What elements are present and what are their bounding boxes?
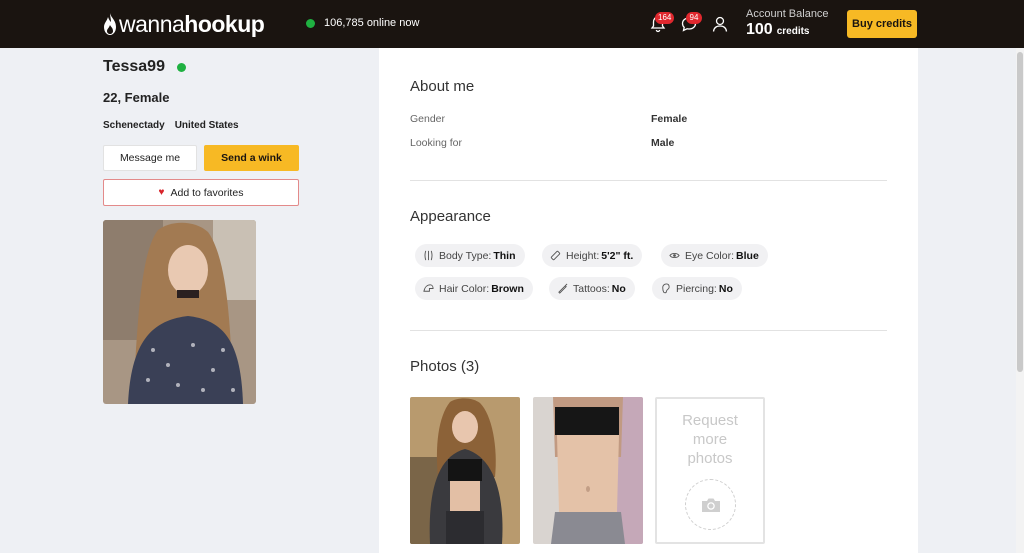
chip-hair-color: Hair Color: Brown — [415, 277, 533, 300]
body-type-value: Thin — [493, 249, 516, 262]
hair-color-label: Hair Color: — [439, 282, 490, 295]
photo-image — [533, 397, 643, 544]
balance-amount: 100 credits — [746, 21, 829, 39]
chip-height: Height: 5'2" ft. — [542, 244, 643, 267]
send-wink-button[interactable]: Send a wink — [204, 145, 299, 171]
about-me-title: About me — [410, 78, 475, 95]
heart-icon: ♥ — [158, 187, 165, 198]
tattoos-label: Tattoos: — [573, 282, 610, 295]
messages-badge: 94 — [686, 12, 702, 24]
request-text-line: photos — [687, 450, 733, 467]
online-count: 106,785 online now — [324, 17, 420, 29]
photos-title: Photos (3) — [410, 358, 480, 375]
username-text: Tessa99 — [103, 58, 165, 75]
eye-icon — [669, 252, 680, 259]
add-to-favorites-button[interactable]: ♥ Add to favorites — [103, 179, 299, 206]
body-type-label: Body Type: — [439, 249, 492, 262]
main-photo-image — [103, 220, 256, 404]
hair-icon — [423, 284, 434, 292]
logo-text-light: wanna — [119, 10, 185, 37]
balance-label: Account Balance — [746, 8, 829, 20]
online-indicator: 106,785 online now — [306, 17, 419, 29]
section-divider — [410, 330, 887, 331]
body-icon — [424, 250, 433, 261]
favorites-label: Add to favorites — [170, 186, 244, 199]
messages-button[interactable]: 94 — [680, 12, 702, 33]
balance-value: 100 — [746, 21, 773, 38]
page-scrollbar[interactable] — [1016, 48, 1024, 553]
tattoo-icon — [558, 283, 568, 294]
notifications-button[interactable]: 164 — [649, 12, 675, 33]
profile-username: Tessa99 — [103, 58, 186, 76]
photo-thumbnail[interactable] — [533, 397, 643, 544]
request-more-photos-text: Request more photos — [657, 411, 763, 468]
profile-button[interactable] — [711, 15, 729, 33]
section-divider — [410, 180, 887, 181]
ruler-icon — [550, 250, 561, 261]
photo-image — [410, 397, 520, 544]
gender-label: Gender — [410, 113, 446, 125]
request-text-line: more — [692, 431, 728, 448]
camera-icon — [685, 479, 736, 530]
looking-for-label: Looking for — [410, 137, 462, 149]
gender-value: Female — [651, 113, 688, 125]
eye-color-value: Blue — [736, 249, 759, 262]
piercing-value: No — [718, 282, 733, 295]
buy-credits-button[interactable]: Buy credits — [847, 10, 917, 38]
chip-piercing: Piercing: No — [652, 277, 742, 300]
tattoos-value: No — [611, 282, 626, 295]
appearance-title: Appearance — [410, 208, 491, 225]
message-me-button[interactable]: Message me — [103, 145, 197, 171]
request-more-photos-button[interactable]: Request more photos — [655, 397, 765, 544]
profile-main-photo[interactable] — [103, 220, 256, 404]
flame-icon — [104, 13, 116, 35]
online-dot-icon — [306, 18, 315, 28]
photo-thumbnail[interactable] — [410, 397, 520, 544]
location-country: United States — [174, 120, 239, 131]
profile-location: Schenectady United States — [103, 120, 239, 131]
ear-icon — [662, 283, 670, 294]
balance-unit: credits — [776, 26, 810, 37]
chip-eye-color: Eye Color: Blue — [661, 244, 768, 267]
user-icon — [712, 16, 728, 32]
profile-age-gender: 22, Female — [103, 90, 170, 105]
notifications-badge: 164 — [655, 12, 675, 24]
location-city: Schenectady — [103, 120, 165, 131]
top-header: wanna hookup 106,785 online now 164 94 Ac… — [0, 0, 1024, 48]
chip-tattoos: Tattoos: No — [549, 277, 635, 300]
account-balance: Account Balance 100 credits — [746, 8, 829, 39]
logo-text-bold: hookup — [184, 10, 265, 37]
site-logo[interactable]: wanna hookup — [102, 10, 265, 37]
piercing-label: Piercing: — [676, 282, 717, 295]
online-status-icon — [176, 62, 186, 72]
scrollbar-thumb[interactable] — [1017, 52, 1023, 372]
request-text-line: Request — [682, 412, 738, 429]
looking-for-value: Male — [651, 137, 675, 149]
hair-color-value: Brown — [491, 282, 524, 295]
height-value: 5'2" ft. — [601, 249, 634, 262]
chip-body-type: Body Type: Thin — [415, 244, 525, 267]
eye-color-label: Eye Color: — [685, 249, 735, 262]
height-label: Height: — [566, 249, 600, 262]
